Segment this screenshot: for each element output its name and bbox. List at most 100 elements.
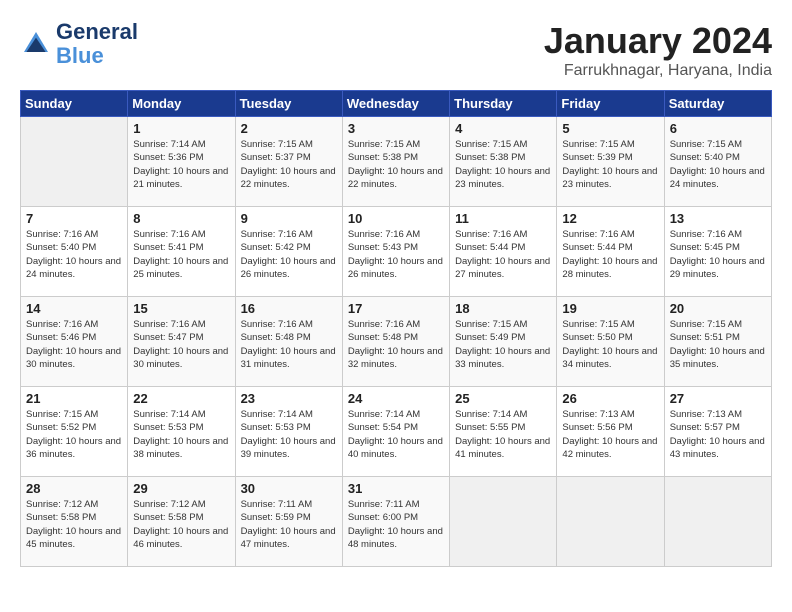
day-number: 16 bbox=[241, 301, 337, 316]
day-cell: 15 Sunrise: 7:16 AM Sunset: 5:47 PM Dayl… bbox=[128, 297, 235, 387]
cell-text: Sunrise: 7:14 AM Sunset: 5:36 PM Dayligh… bbox=[133, 138, 229, 191]
cell-text: Sunrise: 7:16 AM Sunset: 5:43 PM Dayligh… bbox=[348, 228, 444, 281]
day-number: 10 bbox=[348, 211, 444, 226]
cell-text: Sunrise: 7:15 AM Sunset: 5:40 PM Dayligh… bbox=[670, 138, 766, 191]
day-cell: 1 Sunrise: 7:14 AM Sunset: 5:36 PM Dayli… bbox=[128, 117, 235, 207]
logo: GeneralBlue bbox=[20, 20, 138, 68]
cell-text: Sunrise: 7:16 AM Sunset: 5:45 PM Dayligh… bbox=[670, 228, 766, 281]
cell-text: Sunrise: 7:15 AM Sunset: 5:51 PM Dayligh… bbox=[670, 318, 766, 371]
cell-text: Sunrise: 7:12 AM Sunset: 5:58 PM Dayligh… bbox=[133, 498, 229, 551]
cell-text: Sunrise: 7:16 AM Sunset: 5:40 PM Dayligh… bbox=[26, 228, 122, 281]
cell-text: Sunrise: 7:16 AM Sunset: 5:44 PM Dayligh… bbox=[562, 228, 658, 281]
day-cell: 22 Sunrise: 7:14 AM Sunset: 5:53 PM Dayl… bbox=[128, 387, 235, 477]
cell-text: Sunrise: 7:15 AM Sunset: 5:38 PM Dayligh… bbox=[455, 138, 551, 191]
day-number: 20 bbox=[670, 301, 766, 316]
week-row-4: 21 Sunrise: 7:15 AM Sunset: 5:52 PM Dayl… bbox=[21, 387, 772, 477]
day-cell: 23 Sunrise: 7:14 AM Sunset: 5:53 PM Dayl… bbox=[235, 387, 342, 477]
location: Farrukhnagar, Haryana, India bbox=[544, 62, 772, 80]
header-row: SundayMondayTuesdayWednesdayThursdayFrid… bbox=[21, 91, 772, 117]
cell-text: Sunrise: 7:13 AM Sunset: 5:57 PM Dayligh… bbox=[670, 408, 766, 461]
day-number: 29 bbox=[133, 481, 229, 496]
month-title: January 2024 bbox=[544, 20, 772, 62]
day-cell: 6 Sunrise: 7:15 AM Sunset: 5:40 PM Dayli… bbox=[664, 117, 771, 207]
day-cell: 3 Sunrise: 7:15 AM Sunset: 5:38 PM Dayli… bbox=[342, 117, 449, 207]
day-number: 11 bbox=[455, 211, 551, 226]
cell-text: Sunrise: 7:16 AM Sunset: 5:41 PM Dayligh… bbox=[133, 228, 229, 281]
day-number: 2 bbox=[241, 121, 337, 136]
day-number: 13 bbox=[670, 211, 766, 226]
day-cell: 5 Sunrise: 7:15 AM Sunset: 5:39 PM Dayli… bbox=[557, 117, 664, 207]
day-cell: 29 Sunrise: 7:12 AM Sunset: 5:58 PM Dayl… bbox=[128, 477, 235, 567]
logo-text: GeneralBlue bbox=[56, 20, 138, 68]
day-number: 3 bbox=[348, 121, 444, 136]
cell-text: Sunrise: 7:15 AM Sunset: 5:52 PM Dayligh… bbox=[26, 408, 122, 461]
week-row-1: 1 Sunrise: 7:14 AM Sunset: 5:36 PM Dayli… bbox=[21, 117, 772, 207]
calendar-table: SundayMondayTuesdayWednesdayThursdayFrid… bbox=[20, 90, 772, 567]
day-cell: 12 Sunrise: 7:16 AM Sunset: 5:44 PM Dayl… bbox=[557, 207, 664, 297]
cell-text: Sunrise: 7:15 AM Sunset: 5:49 PM Dayligh… bbox=[455, 318, 551, 371]
day-cell: 11 Sunrise: 7:16 AM Sunset: 5:44 PM Dayl… bbox=[450, 207, 557, 297]
cell-text: Sunrise: 7:13 AM Sunset: 5:56 PM Dayligh… bbox=[562, 408, 658, 461]
week-row-2: 7 Sunrise: 7:16 AM Sunset: 5:40 PM Dayli… bbox=[21, 207, 772, 297]
day-cell: 31 Sunrise: 7:11 AM Sunset: 6:00 PM Dayl… bbox=[342, 477, 449, 567]
day-number: 25 bbox=[455, 391, 551, 406]
day-cell: 9 Sunrise: 7:16 AM Sunset: 5:42 PM Dayli… bbox=[235, 207, 342, 297]
day-cell: 24 Sunrise: 7:14 AM Sunset: 5:54 PM Dayl… bbox=[342, 387, 449, 477]
cell-text: Sunrise: 7:16 AM Sunset: 5:46 PM Dayligh… bbox=[26, 318, 122, 371]
cell-text: Sunrise: 7:16 AM Sunset: 5:48 PM Dayligh… bbox=[241, 318, 337, 371]
day-number: 28 bbox=[26, 481, 122, 496]
day-cell bbox=[664, 477, 771, 567]
day-number: 23 bbox=[241, 391, 337, 406]
day-cell: 27 Sunrise: 7:13 AM Sunset: 5:57 PM Dayl… bbox=[664, 387, 771, 477]
day-cell bbox=[557, 477, 664, 567]
cell-text: Sunrise: 7:11 AM Sunset: 6:00 PM Dayligh… bbox=[348, 498, 444, 551]
day-cell: 4 Sunrise: 7:15 AM Sunset: 5:38 PM Dayli… bbox=[450, 117, 557, 207]
day-cell: 20 Sunrise: 7:15 AM Sunset: 5:51 PM Dayl… bbox=[664, 297, 771, 387]
day-number: 4 bbox=[455, 121, 551, 136]
day-number: 5 bbox=[562, 121, 658, 136]
col-header-thursday: Thursday bbox=[450, 91, 557, 117]
day-number: 15 bbox=[133, 301, 229, 316]
day-cell: 30 Sunrise: 7:11 AM Sunset: 5:59 PM Dayl… bbox=[235, 477, 342, 567]
cell-text: Sunrise: 7:11 AM Sunset: 5:59 PM Dayligh… bbox=[241, 498, 337, 551]
logo-icon bbox=[20, 28, 52, 60]
cell-text: Sunrise: 7:14 AM Sunset: 5:53 PM Dayligh… bbox=[241, 408, 337, 461]
day-number: 9 bbox=[241, 211, 337, 226]
cell-text: Sunrise: 7:16 AM Sunset: 5:48 PM Dayligh… bbox=[348, 318, 444, 371]
cell-text: Sunrise: 7:15 AM Sunset: 5:50 PM Dayligh… bbox=[562, 318, 658, 371]
cell-text: Sunrise: 7:14 AM Sunset: 5:54 PM Dayligh… bbox=[348, 408, 444, 461]
day-number: 19 bbox=[562, 301, 658, 316]
day-number: 8 bbox=[133, 211, 229, 226]
day-number: 18 bbox=[455, 301, 551, 316]
title-area: January 2024 Farrukhnagar, Haryana, Indi… bbox=[544, 20, 772, 80]
day-cell: 18 Sunrise: 7:15 AM Sunset: 5:49 PM Dayl… bbox=[450, 297, 557, 387]
col-header-monday: Monday bbox=[128, 91, 235, 117]
cell-text: Sunrise: 7:16 AM Sunset: 5:42 PM Dayligh… bbox=[241, 228, 337, 281]
week-row-3: 14 Sunrise: 7:16 AM Sunset: 5:46 PM Dayl… bbox=[21, 297, 772, 387]
day-number: 31 bbox=[348, 481, 444, 496]
cell-text: Sunrise: 7:15 AM Sunset: 5:39 PM Dayligh… bbox=[562, 138, 658, 191]
day-cell: 8 Sunrise: 7:16 AM Sunset: 5:41 PM Dayli… bbox=[128, 207, 235, 297]
cell-text: Sunrise: 7:16 AM Sunset: 5:44 PM Dayligh… bbox=[455, 228, 551, 281]
day-cell: 25 Sunrise: 7:14 AM Sunset: 5:55 PM Dayl… bbox=[450, 387, 557, 477]
day-number: 27 bbox=[670, 391, 766, 406]
day-cell: 13 Sunrise: 7:16 AM Sunset: 5:45 PM Dayl… bbox=[664, 207, 771, 297]
col-header-sunday: Sunday bbox=[21, 91, 128, 117]
day-number: 12 bbox=[562, 211, 658, 226]
day-number: 30 bbox=[241, 481, 337, 496]
week-row-5: 28 Sunrise: 7:12 AM Sunset: 5:58 PM Dayl… bbox=[21, 477, 772, 567]
col-header-wednesday: Wednesday bbox=[342, 91, 449, 117]
day-cell: 17 Sunrise: 7:16 AM Sunset: 5:48 PM Dayl… bbox=[342, 297, 449, 387]
day-number: 17 bbox=[348, 301, 444, 316]
day-cell: 28 Sunrise: 7:12 AM Sunset: 5:58 PM Dayl… bbox=[21, 477, 128, 567]
page-header: GeneralBlue January 2024 Farrukhnagar, H… bbox=[20, 20, 772, 80]
cell-text: Sunrise: 7:15 AM Sunset: 5:38 PM Dayligh… bbox=[348, 138, 444, 191]
col-header-saturday: Saturday bbox=[664, 91, 771, 117]
day-cell: 7 Sunrise: 7:16 AM Sunset: 5:40 PM Dayli… bbox=[21, 207, 128, 297]
cell-text: Sunrise: 7:16 AM Sunset: 5:47 PM Dayligh… bbox=[133, 318, 229, 371]
day-number: 14 bbox=[26, 301, 122, 316]
day-number: 24 bbox=[348, 391, 444, 406]
day-number: 6 bbox=[670, 121, 766, 136]
day-cell: 19 Sunrise: 7:15 AM Sunset: 5:50 PM Dayl… bbox=[557, 297, 664, 387]
day-number: 26 bbox=[562, 391, 658, 406]
